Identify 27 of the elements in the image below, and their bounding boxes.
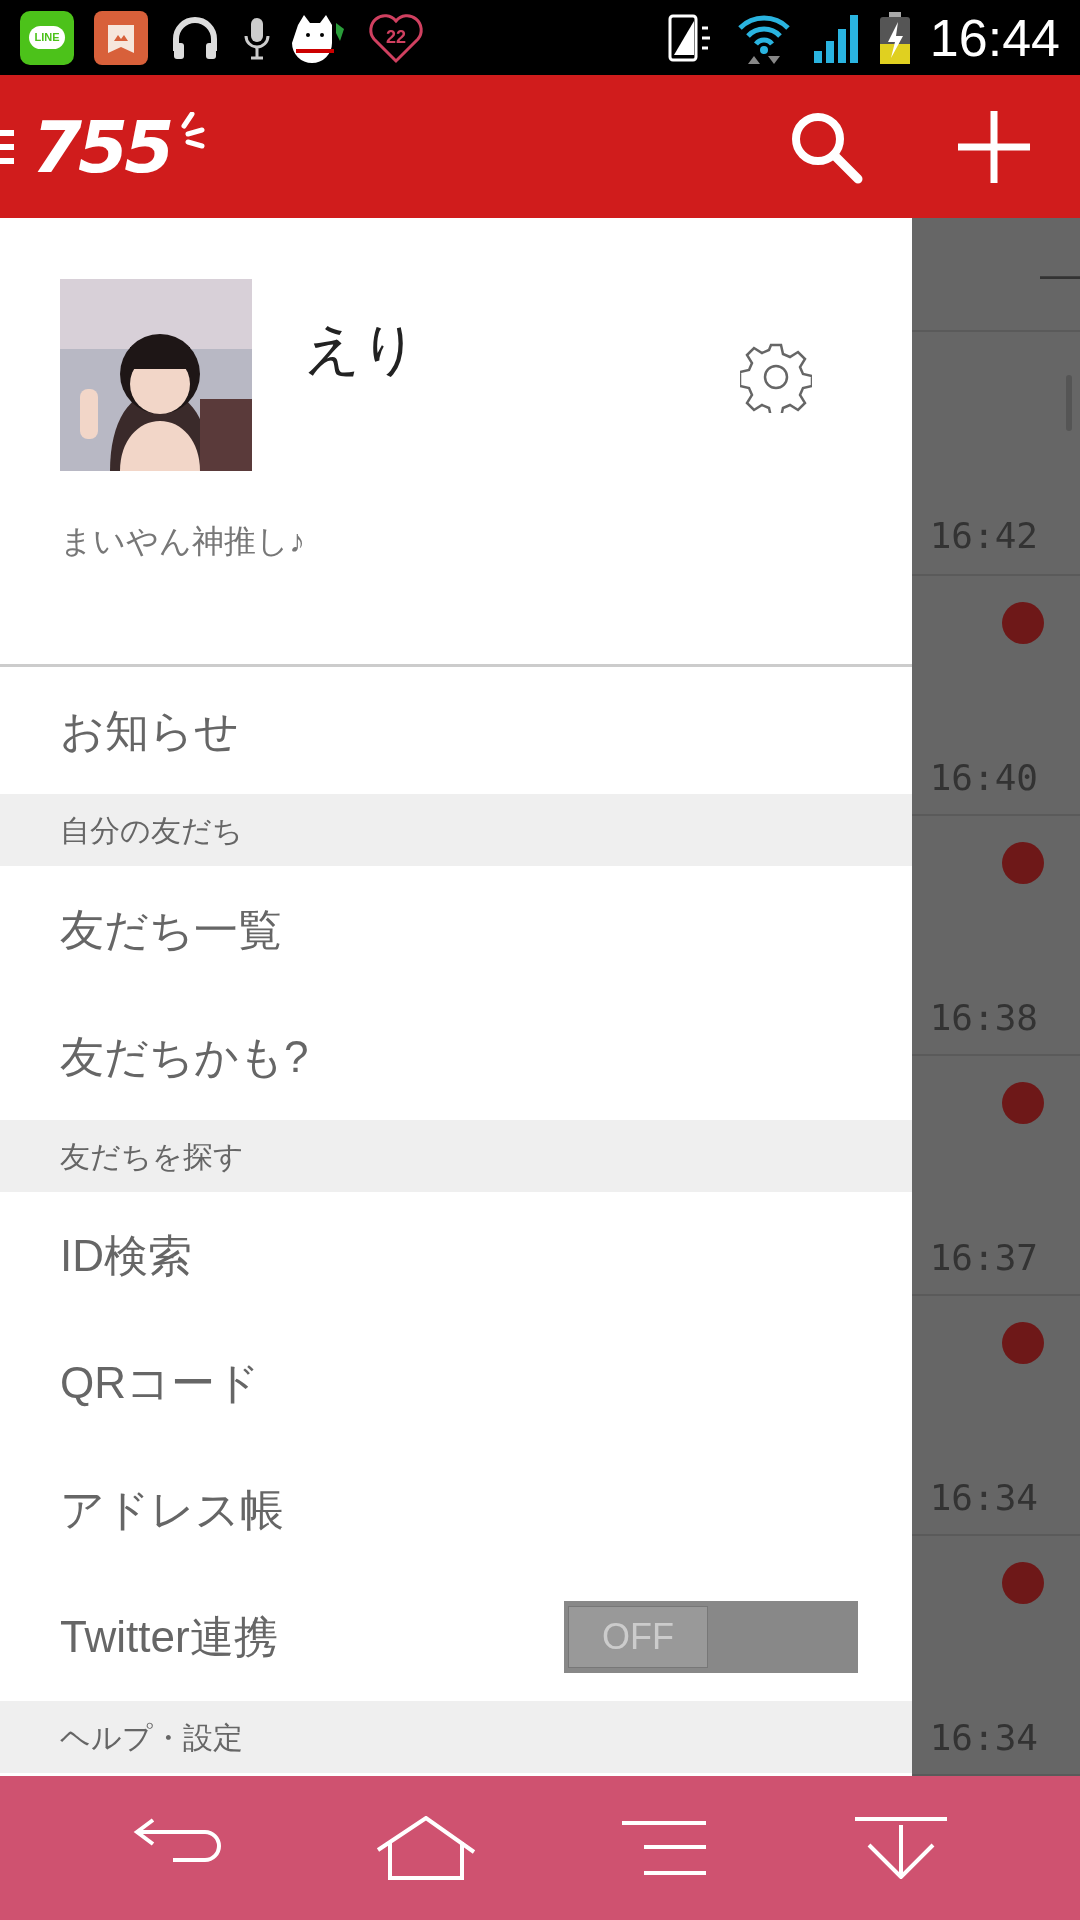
status-time: 16:44	[929, 7, 1060, 69]
section-header: ヘルプ・設定	[60, 1719, 243, 1756]
menu-icon[interactable]	[622, 1821, 709, 1875]
signal-icon	[811, 12, 860, 63]
menu-item[interactable]: Twitter連携	[60, 1604, 278, 1670]
header-fragment: —	[1040, 254, 1080, 294]
microphone-icon	[242, 15, 272, 60]
add-icon[interactable]	[956, 108, 1032, 185]
menu-item[interactable]: 友だち一覧	[0, 866, 912, 993]
profile-status: まいやん神推し♪	[60, 522, 306, 561]
menu-item[interactable]: アドレス帳	[0, 1446, 912, 1573]
section-header: 友だちを探す	[60, 1138, 244, 1175]
menu-icon[interactable]	[0, 128, 14, 165]
bag-app-icon	[94, 10, 148, 65]
menu-item[interactable]: QRコード	[0, 1319, 912, 1446]
menu-item[interactable]: ID検索	[0, 1192, 912, 1319]
home-icon[interactable]	[375, 1816, 476, 1880]
settings-icon[interactable]	[740, 341, 812, 413]
battery-charging-icon	[879, 11, 910, 64]
heart-count: 22	[386, 26, 406, 49]
notifications-pulldown-icon[interactable]	[854, 1817, 947, 1879]
menu-item[interactable]: 友だちかも?	[0, 993, 912, 1120]
app-logo: 755	[32, 103, 171, 191]
menu-item[interactable]: お知らせ	[0, 667, 912, 794]
section-header: 自分の友だち	[60, 812, 243, 849]
chat-app-icon: LINE	[20, 10, 74, 65]
profile-name: えり	[304, 316, 418, 382]
